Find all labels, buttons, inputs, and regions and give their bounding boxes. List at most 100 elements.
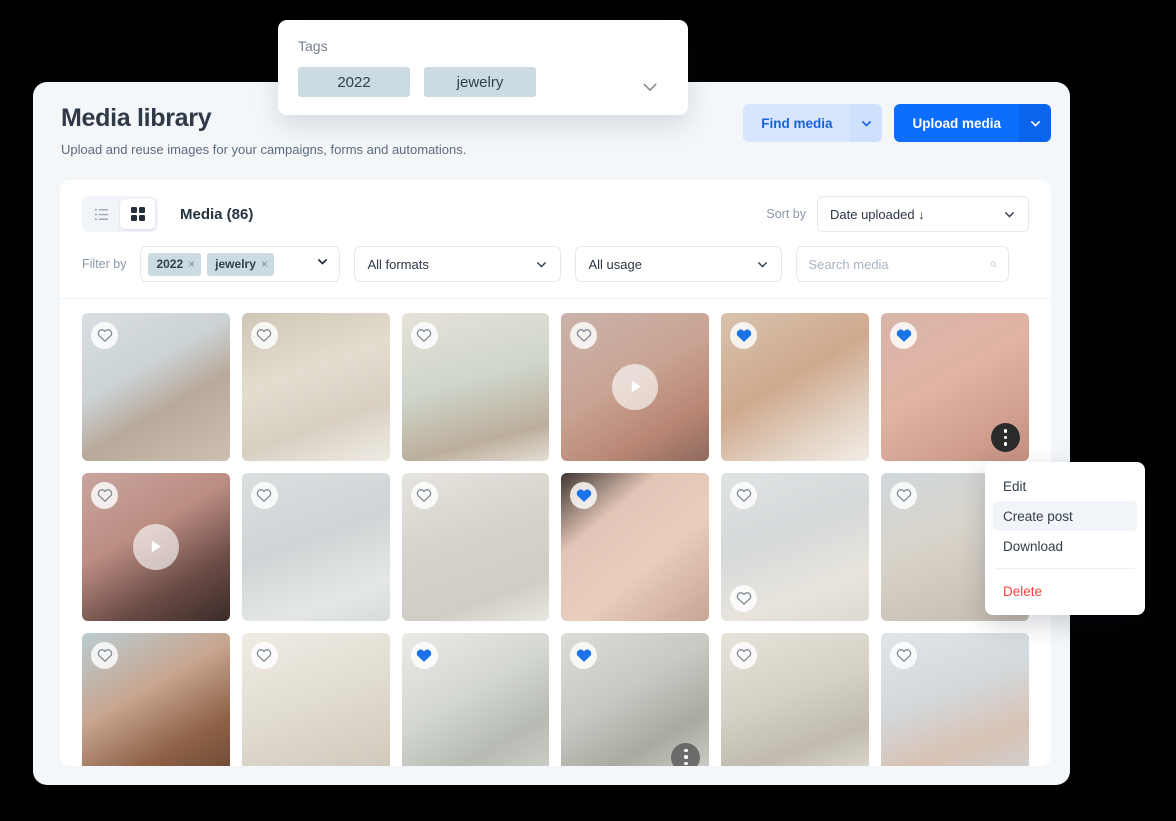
media-thumbnail[interactable] [561,313,710,461]
favorite-toggle[interactable] [890,481,918,509]
find-media-dropdown-button[interactable] [850,104,883,142]
usage-select[interactable]: All usage [575,246,783,282]
context-menu-separator [995,568,1135,569]
media-thumbnail[interactable] [401,313,550,461]
sort-select[interactable]: Date uploaded ↓ [817,196,1029,232]
favorite-toggle[interactable] [730,584,758,612]
media-thumbnail[interactable] [241,313,390,461]
media-thumbnail[interactable] [82,472,230,621]
filter-by-label: Filter by [82,257,127,271]
sort-area: Sort by Date uploaded ↓ [766,196,1029,232]
context-menu-item-edit[interactable]: Edit [993,471,1137,501]
play-icon[interactable] [612,363,659,410]
tags-popover-dropdown-button[interactable] [640,77,660,102]
play-icon[interactable] [132,523,179,570]
close-icon[interactable]: × [261,257,268,271]
favorite-toggle[interactable] [91,641,118,669]
media-thumbnail[interactable] [881,313,1029,461]
media-thumbnail[interactable] [241,472,390,621]
find-media-button-group[interactable]: Find media [743,104,883,142]
upload-media-button-group[interactable]: Upload media [894,104,1051,142]
heart-outline-icon [736,591,752,605]
play-triangle-icon [152,540,162,553]
media-toolbar: Media (86) Sort by Date uploaded ↓ [60,180,1051,232]
dot [1003,435,1008,440]
favorite-toggle[interactable] [410,481,438,509]
dot [684,748,688,753]
media-grid [60,299,1051,766]
media-thumbnail[interactable] [721,472,870,621]
media-thumbnail[interactable] [401,632,550,766]
sort-by-label: Sort by [766,207,806,221]
close-icon[interactable]: × [188,257,195,271]
search-icon[interactable] [990,257,997,272]
search-media-box[interactable] [796,246,1010,282]
chevron-down-icon [643,83,657,91]
context-menu-item-download[interactable]: Download [993,531,1137,561]
formats-select-value: All formats [367,256,429,272]
list-icon [94,208,109,220]
grid-view-button[interactable] [120,199,155,229]
media-thumbnail[interactable] [721,313,870,461]
favorite-toggle[interactable] [890,322,918,349]
tags-popover-label: Tags [298,38,328,54]
favorite-toggle[interactable] [410,322,438,349]
heart-outline-icon [736,648,752,662]
favorite-toggle[interactable] [570,641,598,669]
media-thumbnail[interactable] [561,472,710,621]
tags-popover-chip-1[interactable]: jewelry [424,67,536,97]
chevron-down-icon [758,261,768,267]
chevron-down-icon [1030,120,1040,126]
context-menu-item-create-post[interactable]: Create post [993,501,1137,531]
formats-select[interactable]: All formats [354,246,562,282]
favorite-toggle[interactable] [730,641,758,669]
dot [684,761,688,766]
tags-popover: Tags 2022 jewelry [278,20,688,115]
tag-filter-caret[interactable] [316,255,331,273]
dot [1003,429,1008,433]
upload-media-dropdown-button[interactable] [1019,104,1051,142]
media-card: Media (86) Sort by Date uploaded ↓ Filte… [60,180,1051,766]
media-thumbnail[interactable] [82,313,230,461]
tags-popover-chips: 2022 jewelry [298,67,668,97]
upload-media-button[interactable]: Upload media [894,104,1019,142]
media-thumbnail[interactable] [241,632,390,766]
favorite-toggle[interactable] [410,641,438,669]
heart-filled-icon [896,329,911,342]
grid-icon [130,207,145,221]
favorite-toggle[interactable] [250,641,278,669]
media-thumbnail[interactable] [401,472,550,621]
media-thumbnail[interactable] [881,632,1029,766]
heart-outline-icon [576,329,592,342]
tag-filter-select[interactable]: 2022 × jewelry × [140,246,341,282]
usage-select-value: All usage [588,256,642,272]
list-view-button[interactable] [85,199,120,229]
heart-filled-icon [416,649,432,662]
sort-select-value: Date uploaded ↓ [830,206,925,222]
heart-filled-icon [576,649,592,662]
find-media-button[interactable]: Find media [743,104,851,142]
filter-chip-label: jewelry [215,257,256,271]
media-library-panel: Media library Upload and reuse images fo… [33,82,1070,785]
thumbnail-more-options-button[interactable] [990,422,1020,452]
heart-outline-icon [97,648,112,662]
favorite-toggle[interactable] [890,641,918,669]
tags-popover-chip-0[interactable]: 2022 [298,67,410,97]
favorite-toggle[interactable] [91,322,118,349]
filter-chip-0[interactable]: 2022 × [148,252,202,276]
view-toggle [82,196,158,232]
favorite-toggle[interactable] [250,322,278,349]
context-menu-item-delete[interactable]: Delete [993,576,1137,606]
chevron-down-icon [1005,211,1014,217]
media-thumbnail[interactable] [561,632,710,766]
header-actions: Find media Upload media [743,104,1051,142]
filter-chip-1[interactable]: jewelry × [207,252,274,276]
favorite-toggle[interactable] [91,481,118,509]
media-thumbnail[interactable] [82,632,230,766]
play-triangle-icon [631,381,641,393]
search-input[interactable] [808,256,985,272]
media-thumbnail[interactable] [721,632,870,766]
favorite-toggle[interactable] [250,481,278,509]
heart-outline-icon [257,489,272,502]
favorite-toggle[interactable] [730,481,758,509]
